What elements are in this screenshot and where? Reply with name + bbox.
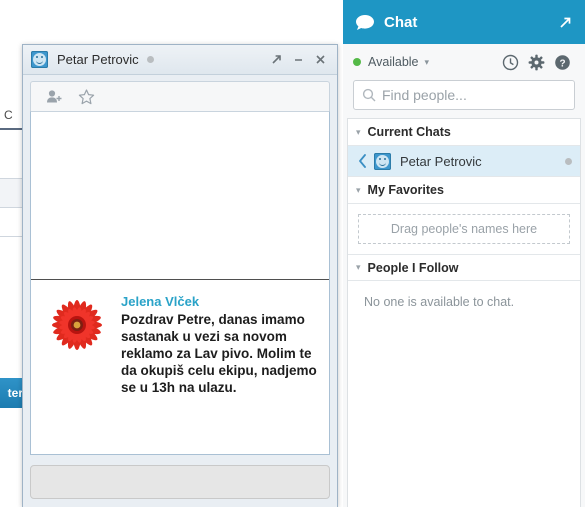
history-icon[interactable] (497, 49, 523, 75)
settings-gear-icon[interactable] (523, 49, 549, 75)
conversation-window: Petar Petrovic Jelena Vlček Pozdrav Petr… (22, 44, 338, 507)
availability-status-row[interactable]: Available ▾ ? (343, 44, 585, 80)
conversation-title: Petar Petrovic (57, 52, 139, 67)
chevron-left-icon[interactable] (354, 154, 370, 168)
section-header-current-chats[interactable]: ▾ Current Chats (348, 119, 580, 146)
background-rule (0, 128, 22, 130)
conversation-empty-area (31, 112, 329, 280)
close-button[interactable] (309, 49, 331, 71)
availability-label: Available (368, 55, 419, 69)
background-band (0, 179, 22, 207)
chevron-down-icon[interactable]: ▾ (356, 185, 361, 196)
star-icon[interactable] (73, 86, 99, 108)
section-title: Current Chats (367, 125, 451, 139)
search-box[interactable] (353, 80, 575, 110)
minimize-button[interactable] (287, 49, 309, 71)
presence-offline-dot (146, 56, 154, 63)
message-body: Jelena Vlček Pozdrav Petre, danas imamo … (121, 294, 319, 396)
search-area (343, 80, 585, 118)
chevron-down-icon[interactable]: ▾ (356, 262, 361, 273)
person-smiley-avatar-icon (31, 51, 48, 68)
svg-text:?: ? (559, 58, 565, 69)
section-header-my-favorites[interactable]: ▾ My Favorites (348, 177, 580, 204)
conversation-message-pane: Jelena Vlček Pozdrav Petre, danas imamo … (30, 111, 330, 455)
chat-panel-title: Chat (384, 13, 418, 31)
conversation-toolbar (30, 81, 330, 111)
contact-name: Petar Petrovic (400, 153, 482, 169)
background-text-fragment: C (4, 108, 13, 122)
screen-root: C ter Petar Petrovic Jelena Vlček Pozdra… (0, 0, 585, 507)
section-header-people-i-follow[interactable]: ▾ People I Follow (348, 254, 580, 281)
chat-bubble-icon (355, 14, 375, 31)
message-text: Pozdrav Petre, danas imamo sastanak u ve… (121, 312, 317, 395)
message-compose-input[interactable] (30, 465, 330, 499)
section-title: People I Follow (367, 260, 459, 275)
people-i-follow-empty-text: No one is available to chat. (364, 295, 515, 309)
person-smiley-avatar-icon (374, 152, 391, 170)
popout-button[interactable] (265, 49, 287, 71)
message-item: Jelena Vlček Pozdrav Petre, danas imamo … (31, 280, 329, 396)
chat-panel-header: Chat (343, 0, 585, 44)
favorites-dropzone-label: Drag people's names here (390, 222, 538, 236)
list-item[interactable]: Petar Petrovic (348, 146, 580, 177)
conversation-titlebar[interactable]: Petar Petrovic (23, 45, 337, 75)
add-person-icon[interactable] (41, 86, 67, 108)
chevron-down-icon[interactable]: ▾ (356, 127, 361, 138)
chevron-down-icon[interactable]: ▾ (425, 57, 430, 68)
message-sender: Jelena Vlček (121, 294, 200, 309)
red-flower-photo (41, 294, 113, 358)
favorites-dropzone[interactable]: Drag people's names here (358, 214, 570, 244)
help-icon[interactable]: ? (549, 49, 575, 75)
background-rule (0, 207, 22, 208)
background-rule (0, 236, 22, 237)
contacts-list: ▾ Current Chats Petar Petrovic ▾ My Favo… (347, 118, 581, 507)
search-icon (362, 88, 376, 102)
search-input[interactable] (382, 87, 566, 103)
available-status-dot (353, 58, 361, 66)
chat-panel: Chat Available ▾ ? Find people... ▾ Curr… (343, 0, 585, 507)
presence-offline-dot (565, 157, 572, 165)
chat-panel-popout-button[interactable] (558, 15, 573, 30)
section-title: My Favorites (367, 183, 444, 197)
